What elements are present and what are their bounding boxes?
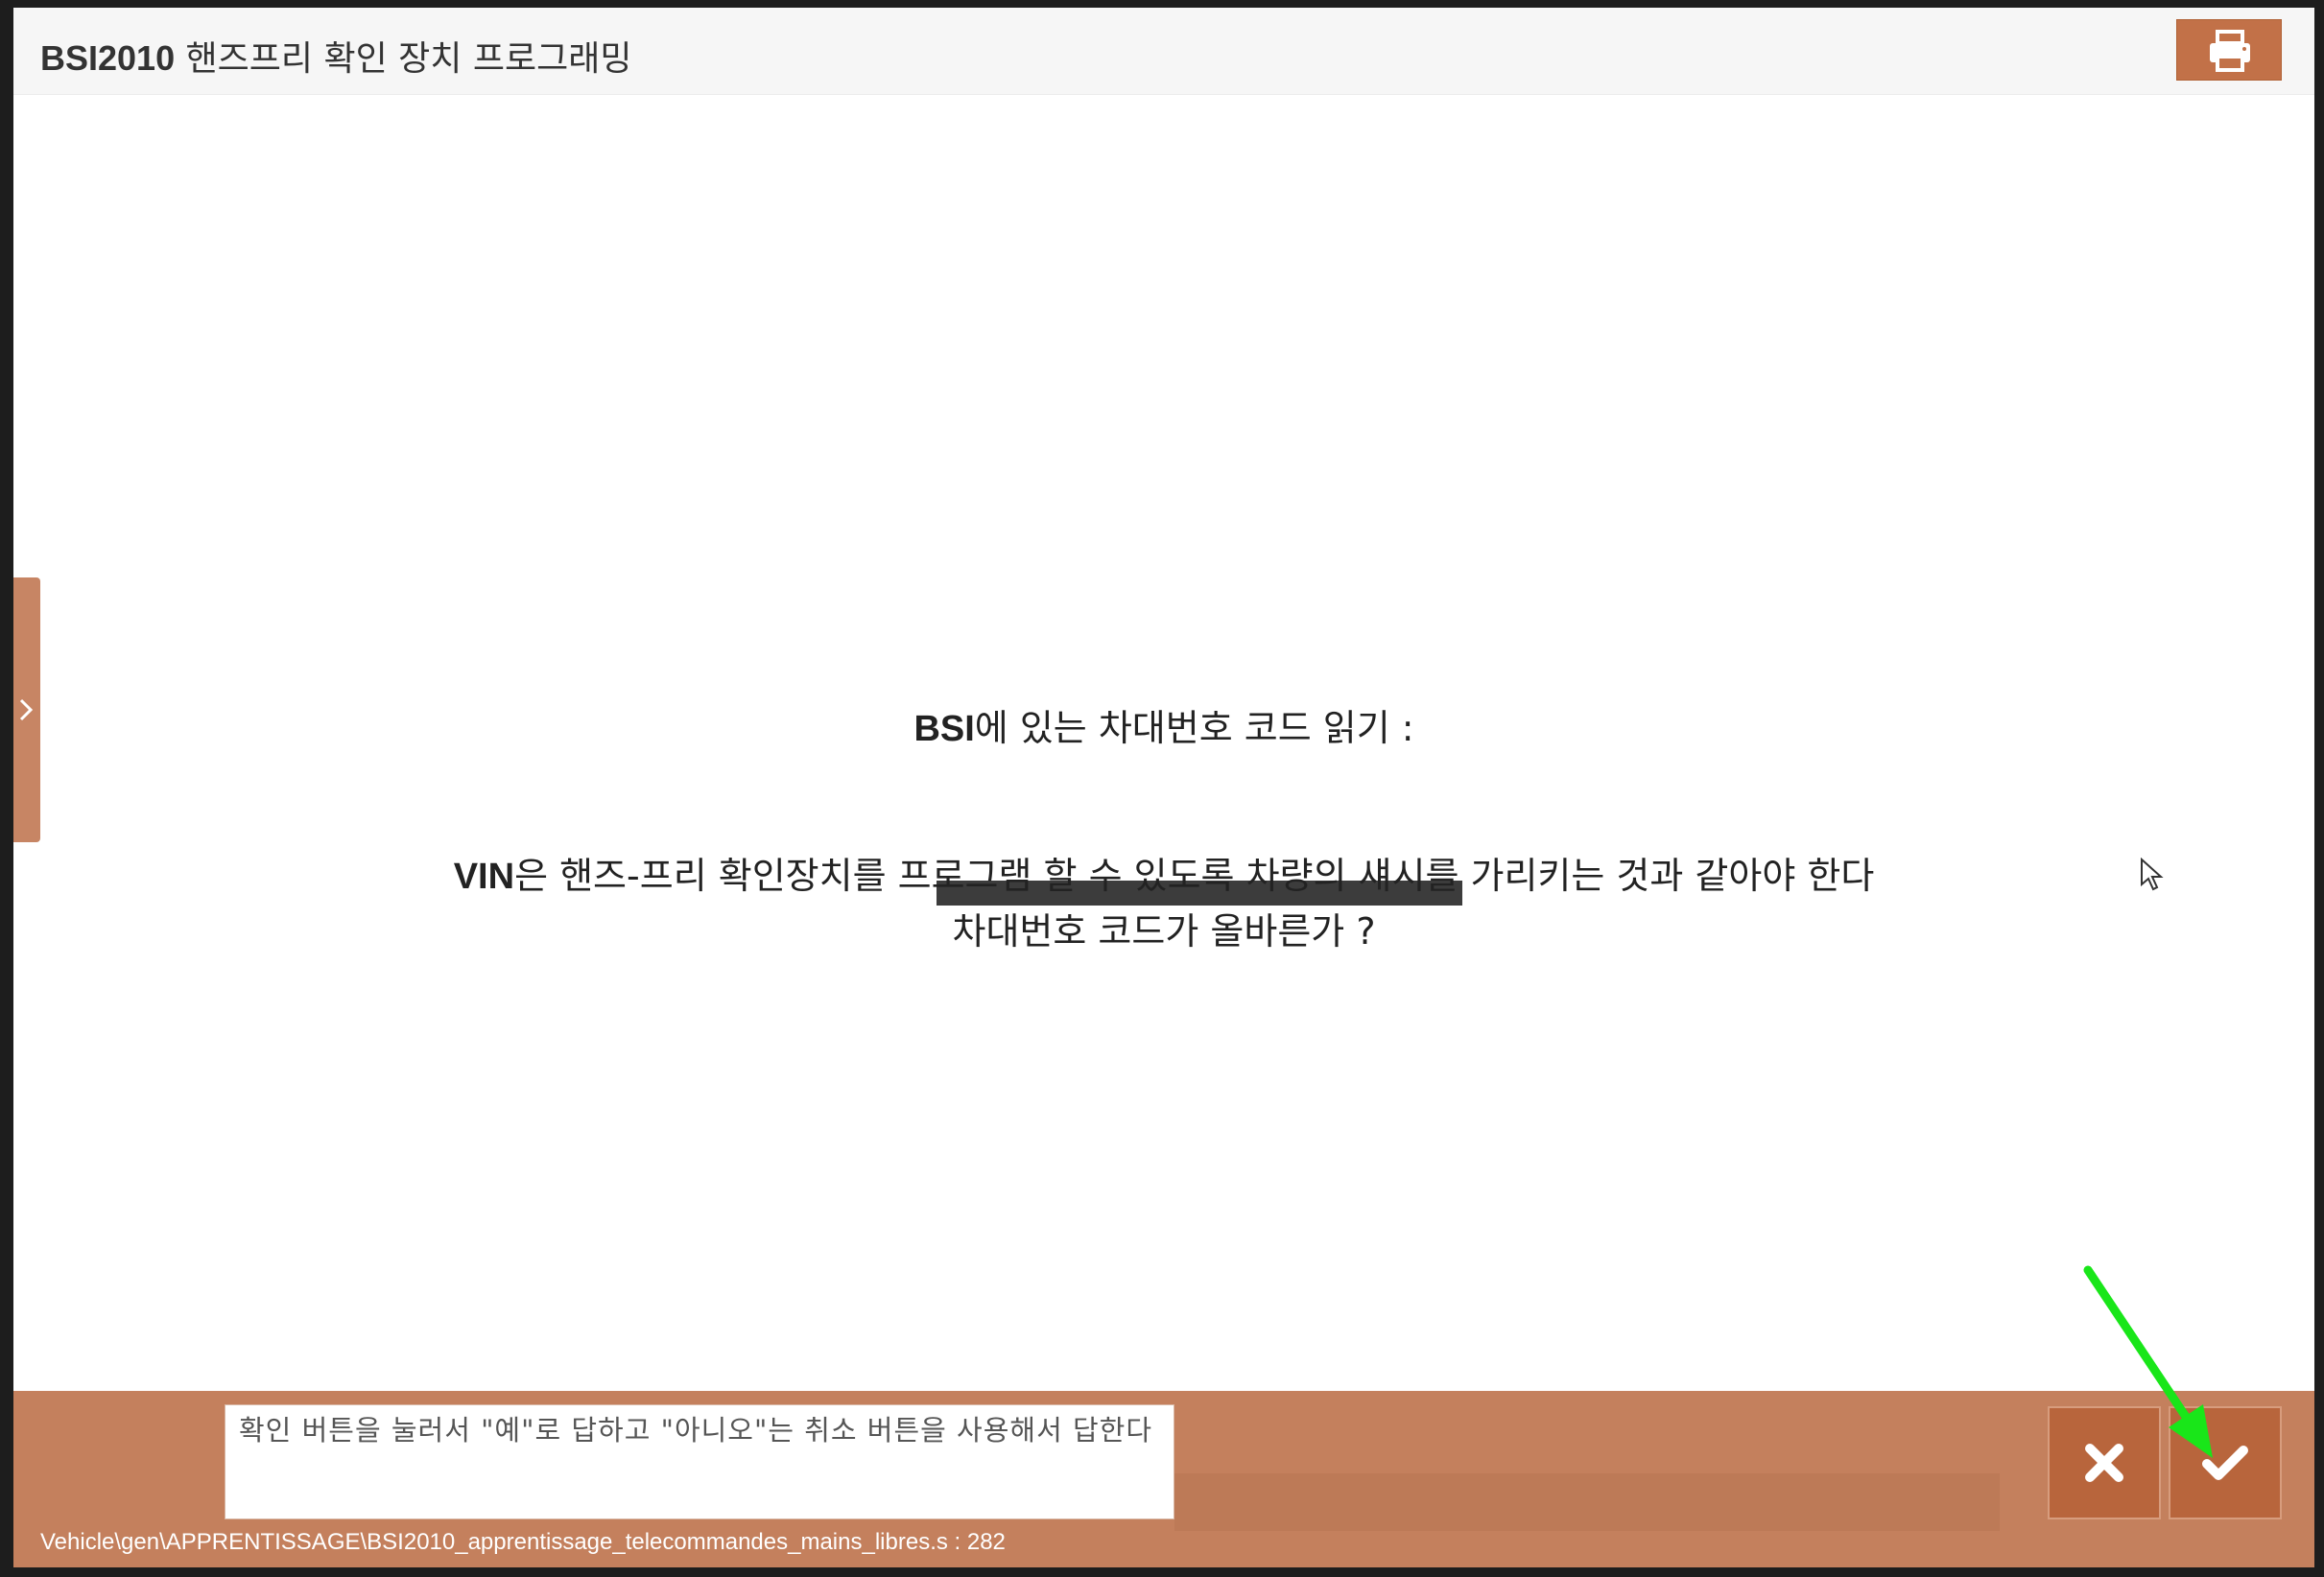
vin-question: 차대번호 코드가 올바른가 ?	[952, 910, 1376, 953]
annotation-arrow-icon	[2083, 1265, 2213, 1458]
message-box: 확인 버튼을 눌러서 "예"로 답하고 "아니오"는 취소 버튼을 사용해서 답…	[225, 1404, 1174, 1519]
mouse-cursor-icon	[2141, 858, 2164, 891]
vin-read-label: BSI에 있는 차대번호 코드 읽기 :	[913, 707, 1414, 749]
print-button[interactable]	[2176, 19, 2282, 81]
script-path-status: Vehicle\gen\APPRENTISSAGE\BSI2010_appren…	[40, 1529, 1006, 1555]
page-title: BSI2010 핸즈프리 확인 장치 프로그래밍	[40, 38, 632, 79]
status-shade	[1174, 1473, 2000, 1531]
printer-icon	[2210, 30, 2250, 72]
main-content: BSI에 있는 차대번호 코드 읽기 : VIN은 핸즈-프리 확인장치를 프로…	[13, 94, 2314, 1391]
header-bar: BSI2010 핸즈프리 확인 장치 프로그래밍	[13, 8, 2314, 95]
footer-bar: 확인 버튼을 눌러서 "예"로 답하고 "아니오"는 취소 버튼을 사용해서 답…	[13, 1391, 2314, 1567]
vin-instruction: VIN은 핸즈-프리 확인장치를 프로그램 할 수 있도록 차량의 섀시를 가리…	[453, 855, 1875, 897]
